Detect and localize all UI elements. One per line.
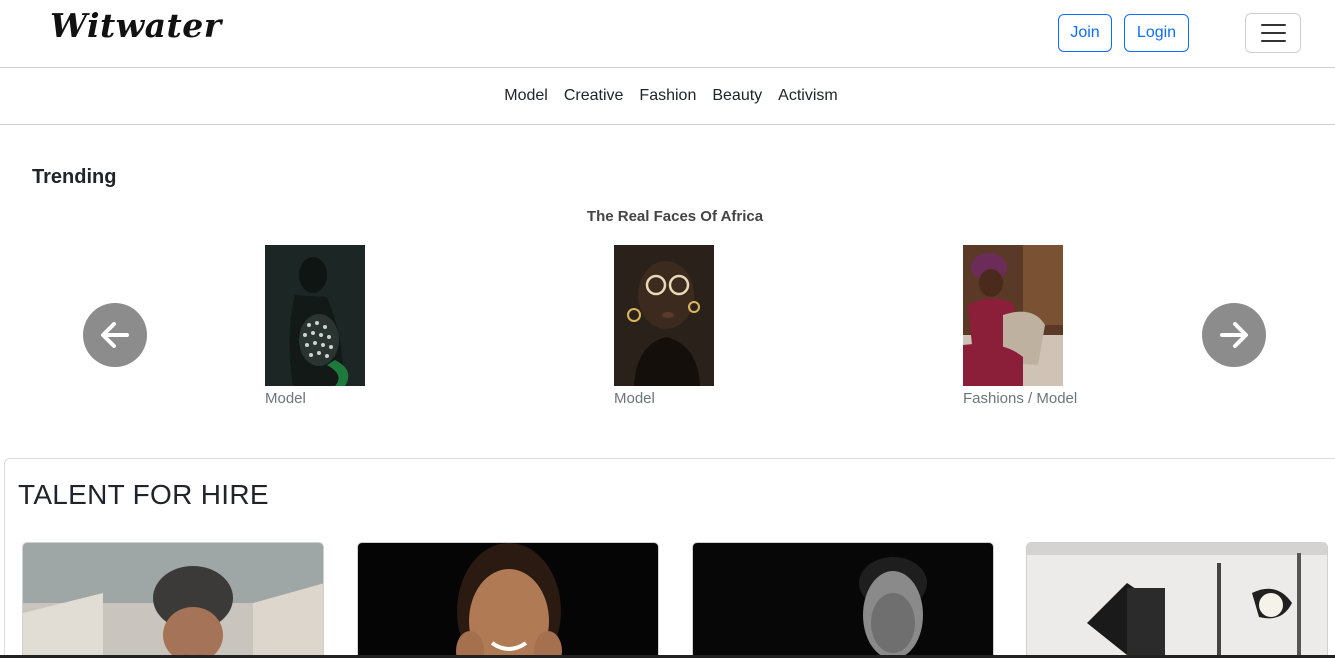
category-link-model[interactable]: Model [504,87,548,105]
talent-card[interactable] [1026,542,1328,658]
trending-card[interactable]: Fashions / Model [963,245,1123,407]
trending-photo[interactable] [963,245,1063,386]
trending-photo[interactable] [265,245,365,386]
menu-line [1260,40,1286,42]
arrow-right-icon [1220,322,1248,348]
talent-card[interactable] [22,542,324,658]
carousel-next-button[interactable] [1202,303,1266,367]
join-button[interactable]: Join [1058,14,1112,52]
arrow-left-icon [101,322,129,348]
talent-heading: TALENT FOR HIRE [18,479,269,510]
trending-caption: Fashions / Model [963,390,1078,407]
category-nav: Model Creative Fashion Beauty Activism [0,68,1335,125]
trending-heading: Trending [32,166,117,188]
talent-photo[interactable] [358,543,659,658]
talent-card[interactable] [357,542,659,658]
trending-subtitle: The Real Faces Of Africa [586,208,764,225]
category-link-creative[interactable]: Creative [564,87,624,105]
talent-card[interactable] [692,542,994,658]
category-link-beauty[interactable]: Beauty [712,87,762,105]
talent-photo[interactable] [23,543,324,658]
trending-card[interactable]: Model [614,245,774,407]
menu-line [1260,24,1286,26]
trending-caption: Model [614,390,655,407]
carousel-prev-button[interactable] [83,303,147,367]
category-link-fashion[interactable]: Fashion [639,87,696,105]
trending-photo[interactable] [614,245,714,386]
login-button[interactable]: Login [1124,14,1189,52]
menu-line [1260,32,1286,34]
top-navbar: Witwater Join Login [0,0,1335,68]
category-link-activism[interactable]: Activism [778,87,838,105]
talent-photo[interactable] [693,543,994,658]
trending-card[interactable]: Model [265,245,425,407]
talent-photo[interactable] [1027,543,1328,658]
trending-caption: Model [265,390,306,407]
hamburger-menu-icon[interactable] [1245,13,1301,53]
brand-logo[interactable]: Witwater [50,6,222,45]
talent-section: TALENT FOR HIRE [4,458,1335,658]
